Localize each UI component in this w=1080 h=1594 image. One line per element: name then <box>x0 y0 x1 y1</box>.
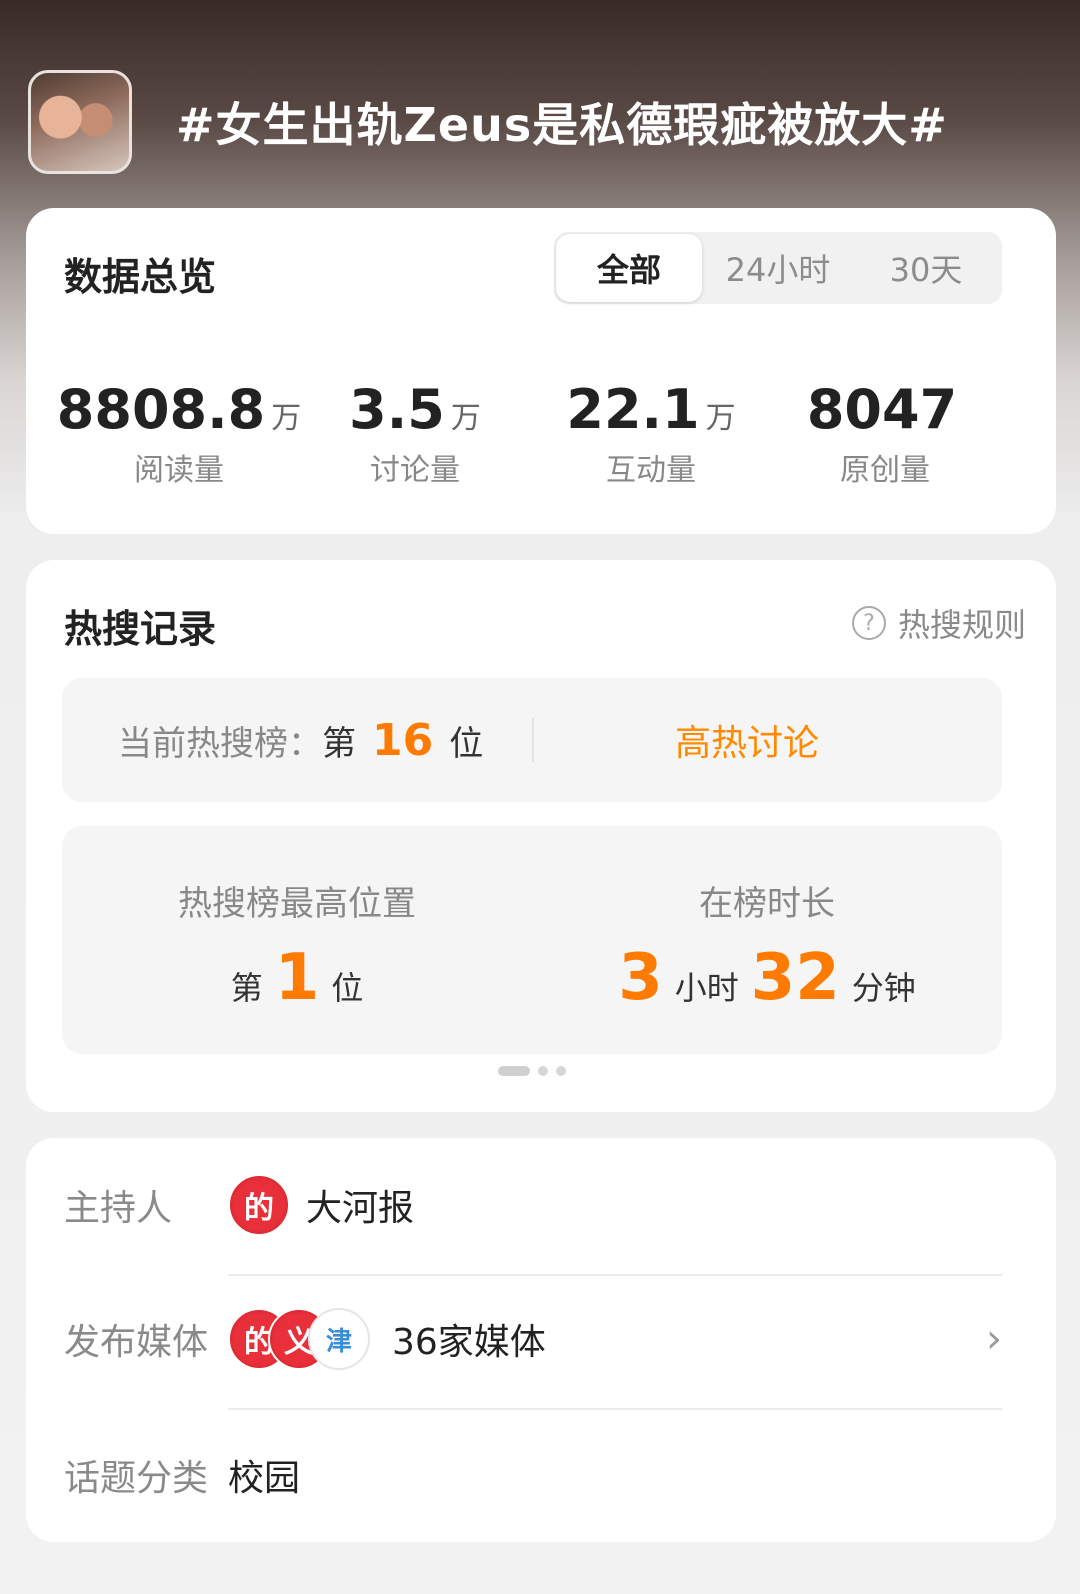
topic-avatar[interactable] <box>28 70 132 174</box>
tab-30d[interactable]: 30天 <box>852 232 1000 304</box>
peak-rank-value: 1 <box>274 941 320 1015</box>
current-rank-label: 当前热搜榜： <box>118 723 322 764</box>
topic-info-card: 主持人 的 大河报 发布媒体 的 义 津 36家媒体 › 话题分类 校园 <box>26 1138 1056 1542</box>
hot-search-rules-label: 热搜规则 <box>897 606 1026 644</box>
question-circle-icon: ? <box>851 606 886 640</box>
host-logo-icon: 的 <box>228 1174 290 1236</box>
overview-title: 数据总览 <box>64 255 217 299</box>
stat-interactions-value: 22.1 <box>566 378 700 441</box>
row-divider <box>228 1274 1002 1276</box>
hot-search-rules-link[interactable]: ? 热搜规则 <box>851 600 1026 646</box>
carousel-dot-1[interactable] <box>498 1066 530 1076</box>
current-rank-suffix: 位 <box>449 723 484 764</box>
tab-all[interactable]: 全部 <box>556 234 702 302</box>
stat-discussions-value: 3.5 <box>349 378 445 441</box>
carousel-indicator[interactable] <box>498 1066 574 1076</box>
hot-discussion-tag: 高热讨论 <box>674 723 819 764</box>
host-label: 主持人 <box>64 1188 173 1229</box>
stat-reads-value: 8808.8 <box>56 378 266 441</box>
duration-hours-unit: 小时 <box>674 969 739 1007</box>
stat-interactions: 22.1 万 互动量 <box>526 378 776 489</box>
duration-minutes: 32 <box>750 941 840 1015</box>
stat-reads-label: 阅读量 <box>134 453 224 488</box>
duration-label: 在榜时长 <box>699 884 835 924</box>
media-count: 36家媒体 <box>392 1322 546 1363</box>
stat-discussions-label: 讨论量 <box>370 453 460 488</box>
chevron-right-icon[interactable]: › <box>986 1316 1002 1362</box>
time-range-tabs: 全部 24小时 30天 <box>554 232 1002 304</box>
peak-stats-box: 热搜榜最高位置 第1位 在榜时长 3 小时 32 分钟 <box>62 826 1002 1054</box>
hot-search-title: 热搜记录 <box>64 607 217 651</box>
host-row[interactable]: 主持人 的 大河报 <box>64 1174 1002 1236</box>
peak-rank-label: 热搜榜最高位置 <box>178 884 416 924</box>
tab-24h[interactable]: 24小时 <box>704 232 852 304</box>
topic-title: #女生出轨Zeus是私德瑕疵被放大# <box>176 98 948 152</box>
row-divider <box>228 1408 1002 1410</box>
hot-search-card: 热搜记录 ? 热搜规则 当前热搜榜： 第 16 位 高热讨论 热搜榜最高位置 第… <box>26 560 1056 1112</box>
current-rank: 当前热搜榜： 第 16 位 <box>118 678 483 802</box>
current-rank-value: 16 <box>372 714 434 766</box>
overview-card: 数据总览 全部 24小时 30天 8808.8 万 阅读量 3.5 万 讨论量 22… <box>26 208 1056 534</box>
stat-originals-value: 8047 <box>806 378 958 441</box>
media-row[interactable]: 发布媒体 的 义 津 36家媒体 › <box>64 1308 1002 1370</box>
peak-rank: 热搜榜最高位置 第1位 <box>62 876 532 1015</box>
category-value: 校园 <box>228 1458 301 1499</box>
stat-originals: 8047 原创量 <box>760 378 1010 489</box>
duration-hours: 3 <box>618 941 663 1015</box>
media-label: 发布媒体 <box>64 1322 209 1363</box>
divider <box>532 718 534 762</box>
category-row: 话题分类 校园 <box>64 1444 1002 1506</box>
peak-rank-suffix: 位 <box>331 969 364 1007</box>
stat-discussions: 3.5 万 讨论量 <box>290 378 540 489</box>
host-name: 大河报 <box>306 1188 415 1229</box>
duration-minutes-unit: 分钟 <box>851 969 916 1007</box>
stat-reads: 8808.8 万 阅读量 <box>54 378 304 489</box>
category-label: 话题分类 <box>64 1458 209 1499</box>
media-logo-icon: 津 <box>308 1308 370 1370</box>
current-rank-box: 当前热搜榜： 第 16 位 高热讨论 <box>62 678 1002 802</box>
carousel-dot-3[interactable] <box>556 1066 566 1076</box>
stat-originals-label: 原创量 <box>840 453 930 488</box>
peak-rank-prefix: 第 <box>230 969 263 1007</box>
stat-interactions-label: 互动量 <box>606 453 696 488</box>
stat-interactions-unit: 万 <box>705 401 736 436</box>
media-logos: 的 义 津 <box>228 1308 370 1370</box>
on-list-duration: 在榜时长 3 小时 32 分钟 <box>532 876 1002 1015</box>
carousel-dot-2[interactable] <box>538 1066 548 1076</box>
topic-header: #女生出轨Zeus是私德瑕疵被放大# <box>28 70 1058 174</box>
current-rank-prefix: 第 <box>322 723 356 764</box>
stat-discussions-unit: 万 <box>450 401 481 436</box>
